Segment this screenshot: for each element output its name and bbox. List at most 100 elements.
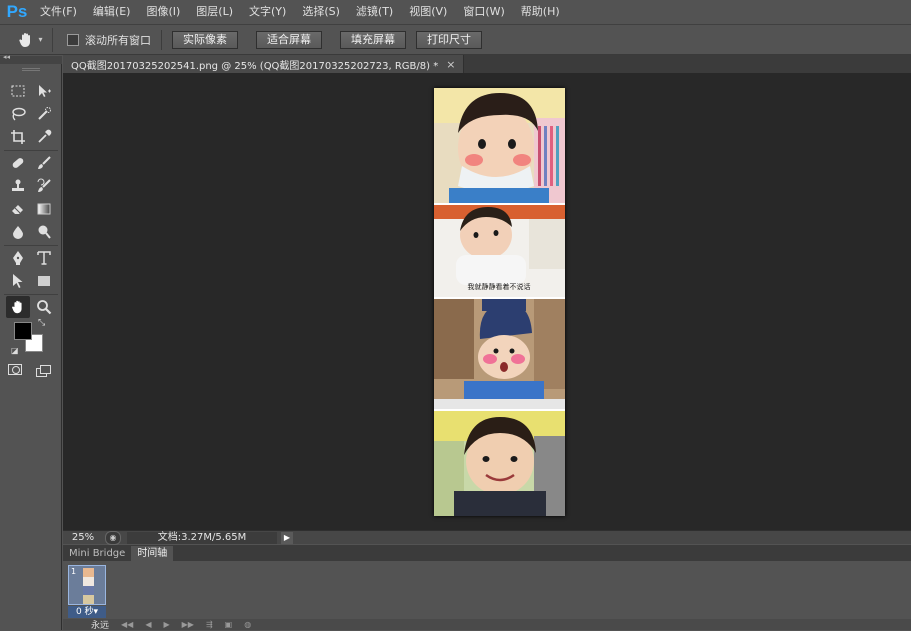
- screen-mode-icon: [36, 365, 51, 377]
- status-info-icon[interactable]: ◉: [105, 530, 121, 545]
- path-selection-tool[interactable]: [6, 270, 30, 292]
- toolbox-grip[interactable]: [22, 68, 40, 71]
- canvas-area[interactable]: 我就静静看着不说话: [63, 73, 911, 530]
- divider: [4, 150, 58, 151]
- healing-brush-tool[interactable]: [6, 152, 30, 174]
- eraser-tool[interactable]: [6, 198, 30, 220]
- menu-layer[interactable]: 图层(L): [188, 0, 241, 24]
- eyedropper-icon: [38, 129, 52, 143]
- quick-mask-button[interactable]: [8, 364, 22, 375]
- scroll-all-windows-label: 滚动所有窗口: [85, 33, 151, 47]
- move-tool[interactable]: [32, 80, 56, 102]
- tab-timeline[interactable]: 时间轴: [131, 546, 174, 561]
- new-frame-icon[interactable]: ▣: [225, 620, 233, 629]
- hand-icon: [12, 300, 22, 314]
- toolbox: ◂◂ ◪ ⤡: [0, 53, 62, 630]
- delete-frame-icon[interactable]: ◍: [244, 620, 251, 629]
- menu-help[interactable]: 帮助(H): [513, 0, 568, 24]
- blur-icon: [13, 226, 23, 239]
- close-icon[interactable]: ×: [446, 58, 455, 71]
- crop-icon: [11, 130, 25, 144]
- marquee-icon: [11, 85, 25, 97]
- fit-screen-button[interactable]: 适合屏幕: [256, 30, 322, 49]
- previous-frame-icon[interactable]: ◀: [145, 620, 151, 629]
- document-canvas[interactable]: 我就静静看着不说话: [434, 88, 565, 516]
- document-tab-bar: QQ截图20170325202541.png @ 25% (QQ截图201703…: [63, 55, 911, 73]
- document-tab-title: QQ截图20170325202541.png @ 25% (QQ截图201703…: [71, 60, 439, 72]
- animation-controls: 永远 ◀◀ ◀ ▶ ▶▶ ⇶ ▣ ◍: [63, 618, 911, 631]
- actual-pixels-button[interactable]: 实际像素: [172, 30, 238, 49]
- photo-caption: 我就静静看着不说话: [468, 282, 531, 291]
- path-select-icon: [13, 274, 23, 288]
- frame-number: 1: [71, 567, 77, 576]
- status-menu-arrow-icon[interactable]: ▶: [281, 531, 293, 544]
- screen-mode-button[interactable]: [36, 365, 51, 377]
- zoom-level-field[interactable]: 25%: [63, 531, 103, 545]
- toolbox-header[interactable]: ◂◂: [0, 53, 62, 64]
- zoom-tool[interactable]: [32, 296, 56, 318]
- type-tool[interactable]: [32, 247, 56, 269]
- loop-options-dropdown[interactable]: 永远: [91, 618, 109, 631]
- fill-screen-button[interactable]: 填充屏幕: [340, 30, 406, 49]
- blur-tool[interactable]: [6, 221, 30, 243]
- menu-window[interactable]: 窗口(W): [455, 0, 512, 24]
- lasso-tool[interactable]: [6, 103, 30, 125]
- history-brush-tool[interactable]: [32, 175, 56, 197]
- scroll-all-windows-checkbox[interactable]: [67, 33, 79, 46]
- tool-preset-picker[interactable]: ▾: [8, 27, 53, 52]
- menu-type[interactable]: 文字(Y): [241, 0, 294, 24]
- animation-frame-1[interactable]: 1: [68, 565, 106, 605]
- frame-thumbnail: [83, 568, 94, 604]
- quick-select-tool[interactable]: [32, 103, 56, 125]
- divider: [4, 245, 58, 246]
- eraser-icon: [12, 205, 23, 214]
- default-colors-icon[interactable]: ◪: [11, 346, 19, 355]
- photo-frame-2: 我就静静看着不说话: [434, 205, 565, 297]
- shape-tool[interactable]: [32, 270, 56, 292]
- quick-mask-icon: [12, 366, 20, 374]
- frame-delay-dropdown[interactable]: 0 秒▾: [68, 606, 106, 618]
- status-bar: 25% ◉ 文档:3.27M/5.65M ▶: [63, 530, 911, 545]
- photo-frame-1: [434, 88, 565, 203]
- clone-stamp-tool[interactable]: [6, 175, 30, 197]
- tween-icon[interactable]: ⇶: [206, 620, 213, 629]
- next-frame-icon[interactable]: ▶▶: [182, 620, 194, 629]
- tab-mini-bridge[interactable]: Mini Bridge: [63, 546, 131, 561]
- play-icon[interactable]: ▶: [163, 620, 169, 629]
- crop-tool[interactable]: [6, 126, 30, 148]
- pen-tool[interactable]: [6, 247, 30, 269]
- photo-frame-3: [434, 299, 565, 409]
- lasso-icon: [12, 107, 26, 121]
- chevron-down-icon: ▾: [38, 35, 43, 44]
- menu-select[interactable]: 选择(S): [294, 0, 348, 24]
- document-tab[interactable]: QQ截图20170325202541.png @ 25% (QQ截图201703…: [63, 55, 465, 73]
- document-size-readout: 文档:3.27M/5.65M: [127, 531, 277, 544]
- foreground-color-swatch[interactable]: [14, 322, 32, 340]
- move-icon: [39, 85, 51, 97]
- menu-view[interactable]: 视图(V): [401, 0, 455, 24]
- collapse-icon[interactable]: ◂◂: [3, 53, 10, 61]
- menu-image[interactable]: 图像(I): [138, 0, 188, 24]
- dodge-tool[interactable]: [32, 221, 56, 243]
- gradient-tool[interactable]: [32, 198, 56, 220]
- bottom-panel-tabs: Mini Bridge 时间轴: [63, 545, 911, 561]
- divider: [4, 294, 58, 295]
- swap-colors-icon[interactable]: ⤡: [38, 318, 45, 328]
- timeline-panel: 1 0 秒▾ 永远 ◀◀ ◀ ▶ ▶▶ ⇶ ▣ ◍: [63, 561, 911, 631]
- menu-file[interactable]: 文件(F): [32, 0, 85, 24]
- menu-edit[interactable]: 编辑(E): [85, 0, 139, 24]
- first-frame-icon[interactable]: ◀◀: [121, 620, 133, 629]
- menu-filter[interactable]: 滤镜(T): [348, 0, 401, 24]
- photo-frame-4: [434, 411, 565, 516]
- print-size-button[interactable]: 打印尺寸: [416, 30, 482, 49]
- type-icon: [37, 251, 51, 265]
- eyedropper-tool[interactable]: [32, 126, 56, 148]
- pen-icon: [13, 251, 23, 265]
- brush-tool[interactable]: [32, 152, 56, 174]
- zoom-icon: [37, 300, 52, 315]
- marquee-tool[interactable]: [6, 80, 30, 102]
- hand-tool[interactable]: [6, 296, 30, 318]
- shape-icon: [38, 276, 50, 286]
- healing-icon: [12, 158, 24, 168]
- gradient-icon: [37, 203, 51, 215]
